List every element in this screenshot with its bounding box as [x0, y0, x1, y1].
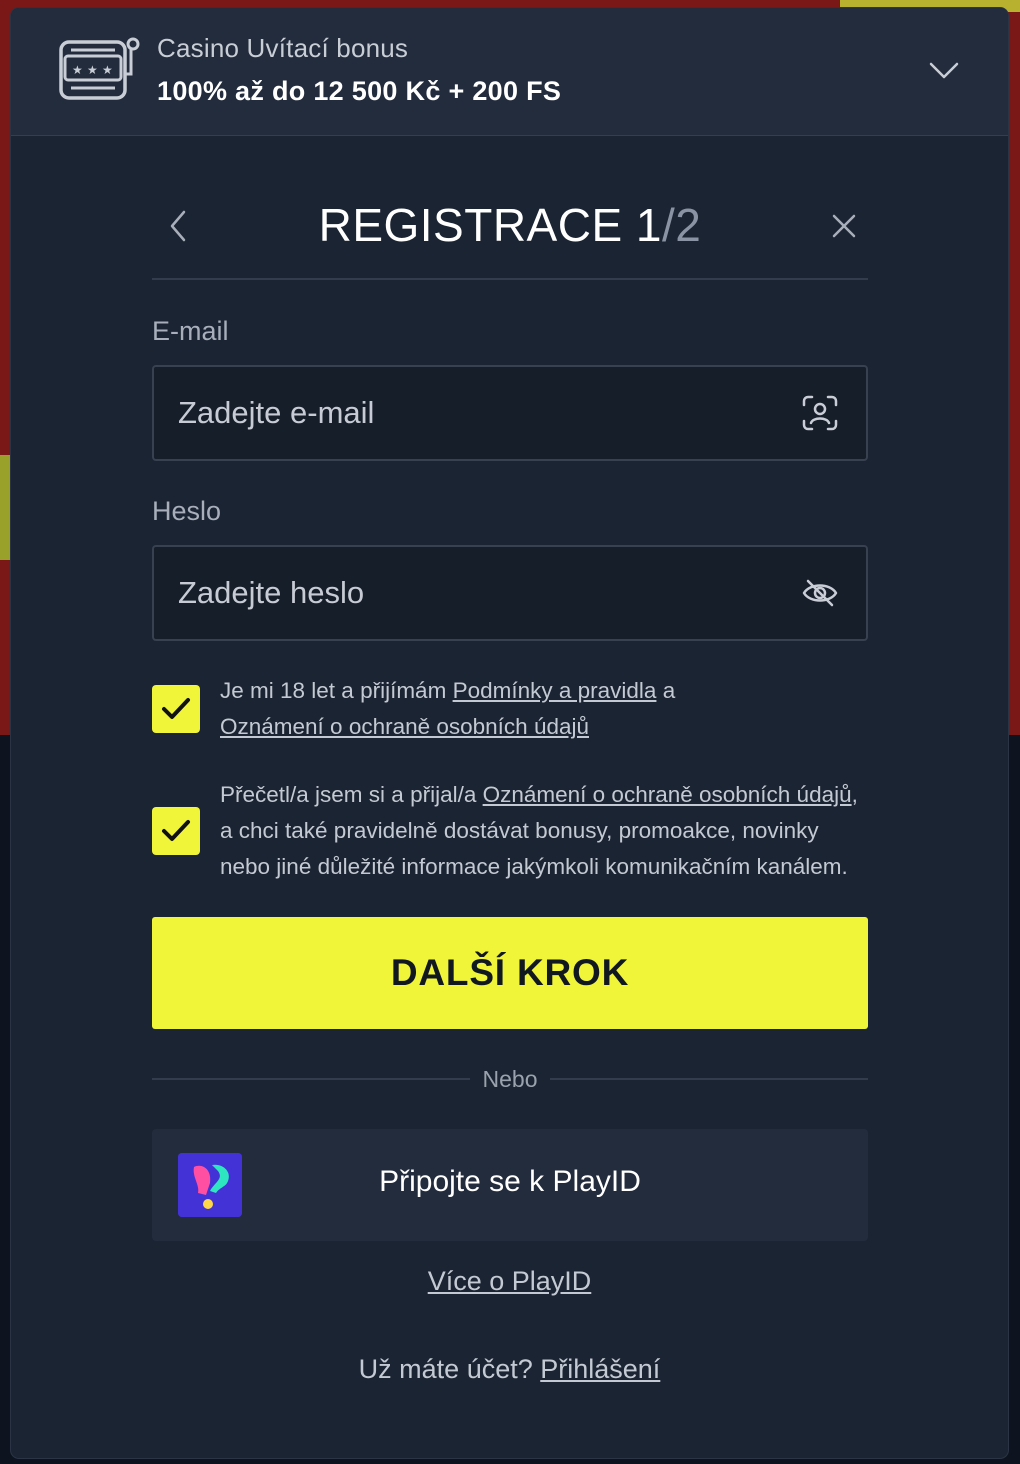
consent-text: Je mi 18 let a přijímám [220, 678, 453, 703]
face-id-icon[interactable] [800, 393, 840, 433]
terms-link[interactable]: Podmínky a pravidla [453, 678, 657, 703]
marketing-consent-checkbox[interactable] [152, 807, 200, 855]
svg-text:★: ★ [87, 63, 98, 77]
password-field[interactable] [178, 547, 778, 639]
next-step-button[interactable]: DALŠÍ KROK [152, 917, 868, 1029]
svg-text:★: ★ [72, 63, 83, 77]
privacy-link[interactable]: Oznámení o ochraně osobních údajů [220, 714, 589, 739]
svg-text:★: ★ [102, 63, 113, 77]
divider-or: Nebo [482, 1066, 538, 1092]
check-icon [162, 698, 190, 719]
more-about-playid-link[interactable]: Více o PlayID [11, 1266, 1008, 1297]
close-icon[interactable] [830, 212, 858, 240]
divider-left [152, 1078, 470, 1080]
modal-header: REGISTRACE 1/2 [152, 180, 868, 280]
consent-text: Přečetl/a jsem si a přijal/a [220, 782, 483, 807]
login-link[interactable]: Přihlášení [540, 1354, 660, 1384]
chevron-down-icon[interactable] [927, 58, 961, 84]
login-prompt: Už máte účet? Přihlášení [11, 1354, 1008, 1385]
playid-connect-button[interactable]: Připojte se k PlayID [152, 1129, 868, 1241]
eye-slash-icon[interactable] [800, 573, 840, 613]
playid-label: Připojte se k PlayID [379, 1165, 641, 1198]
title-step: REGISTRACE 1 [318, 199, 663, 251]
age-terms-checkbox[interactable] [152, 685, 200, 733]
registration-modal: ★ ★ ★ Casino Uvítací bonus 100% až do 12… [11, 8, 1008, 1458]
age-terms-text: Je mi 18 let a přijímám Podmínky a pravi… [220, 673, 870, 745]
title-step-total: /2 [662, 199, 702, 251]
email-label: E-mail [152, 316, 229, 346]
page-title: REGISTRACE 1/2 [152, 198, 868, 252]
email-field[interactable] [178, 367, 778, 459]
password-field-wrapper [152, 545, 868, 641]
bonus-subtitle: Casino Uvítací bonus [157, 33, 409, 63]
privacy-link[interactable]: Oznámení o ochraně osobních údajů [483, 782, 852, 807]
consent-text: a [656, 678, 676, 703]
login-question: Už máte účet? [358, 1354, 541, 1384]
welcome-bonus-banner[interactable]: ★ ★ ★ Casino Uvítací bonus 100% až do 12… [11, 8, 1008, 136]
bonus-offer: 100% až do 12 500 Kč + 200 FS [157, 76, 562, 106]
email-field-wrapper [152, 365, 868, 461]
password-label: Heslo [152, 496, 222, 526]
check-icon [162, 820, 190, 841]
marketing-consent-text: Přečetl/a jsem si a přijal/a Oznámení o … [220, 777, 870, 885]
slot-machine-icon: ★ ★ ★ [59, 37, 140, 100]
divider-right [550, 1078, 868, 1080]
